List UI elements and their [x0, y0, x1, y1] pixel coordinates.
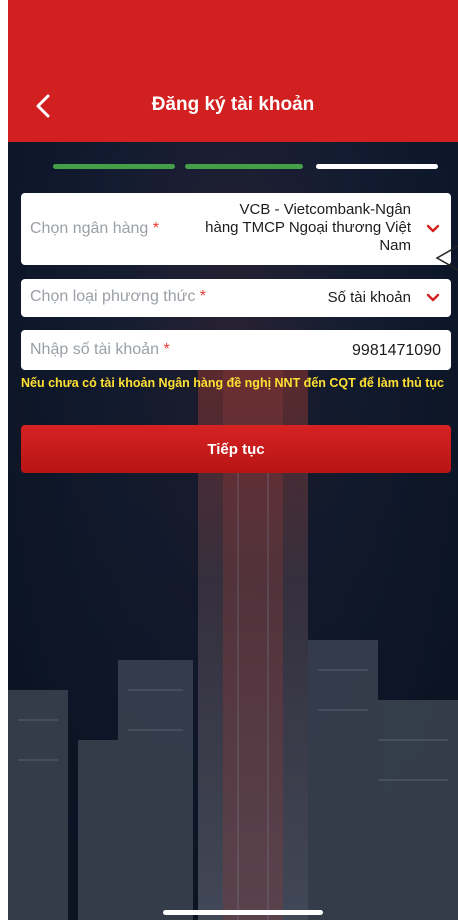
info-note: Nếu chưa có tài khoản Ngân hàng đề nghị …	[21, 376, 444, 390]
account-number-value: 9981471090	[352, 342, 441, 359]
app-header: Đăng ký tài khoản	[8, 0, 458, 142]
continue-button[interactable]: Tiếp tục	[21, 425, 451, 473]
home-indicator[interactable]	[163, 910, 323, 915]
account-number-label: Nhập số tài khoản *	[30, 341, 170, 358]
step-1-done	[53, 164, 175, 169]
account-number-field[interactable]: Nhập số tài khoản * 9981471090	[21, 330, 451, 370]
bank-select[interactable]: Chọn ngân hàng * VCB - Vietcombank-Ngân …	[21, 193, 451, 265]
bank-select-label: Chọn ngân hàng *	[30, 220, 160, 237]
method-select-label: Chọn loại phương thức *	[30, 288, 207, 305]
method-select[interactable]: Chọn loại phương thức * Số tài khoản	[21, 279, 451, 317]
step-3-current	[316, 164, 438, 169]
bank-select-value: VCB - Vietcombank-Ngân hàng TMCP Ngoại t…	[205, 201, 411, 254]
method-select-value: Số tài khoản	[327, 289, 411, 306]
page-title: Đăng ký tài khoản	[151, 94, 315, 115]
step-2-done	[185, 164, 303, 169]
chevron-down-icon[interactable]	[425, 221, 441, 237]
callout-pointer-icon	[435, 245, 458, 271]
chevron-down-icon[interactable]	[425, 290, 441, 306]
registration-screen: Đăng ký tài khoản Chọn ngân hàng * VCB -…	[8, 0, 458, 920]
